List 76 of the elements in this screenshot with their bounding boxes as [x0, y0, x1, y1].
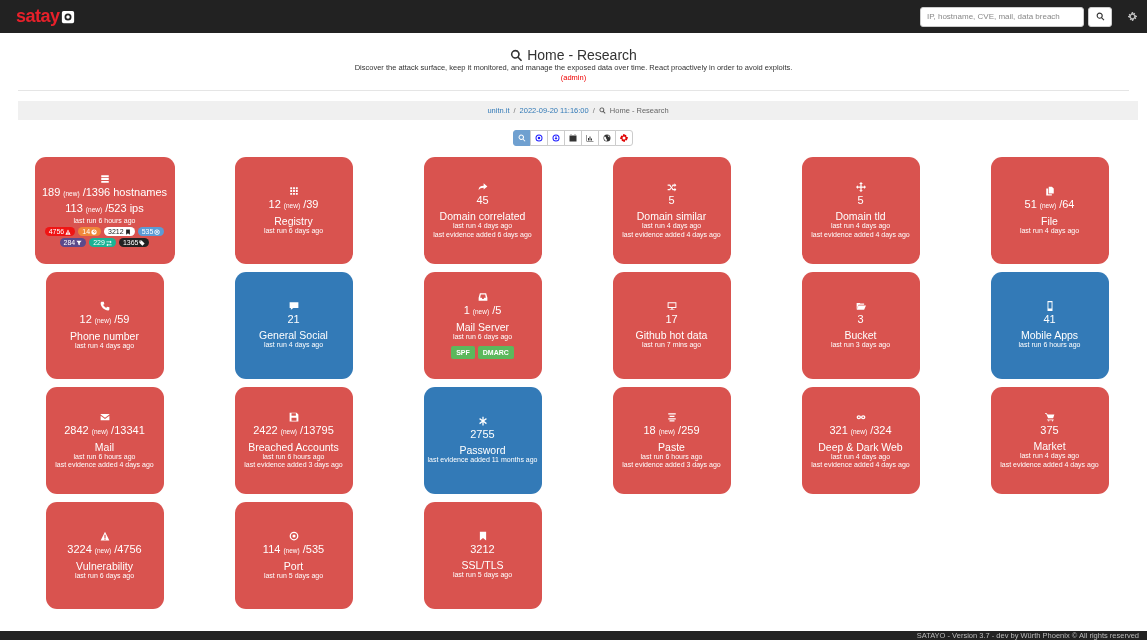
bookmark-icon — [477, 531, 488, 542]
toolbar-globe-button[interactable] — [598, 130, 616, 146]
search-icon — [510, 48, 524, 62]
download-icon — [552, 134, 560, 142]
count-text: 2755 — [470, 427, 495, 443]
tile-label: Domain correlated — [439, 210, 526, 222]
settings-icon[interactable] — [1128, 12, 1137, 21]
toolbar-settings-button[interactable] — [615, 130, 633, 146]
toolbar-calendar-button[interactable] — [564, 130, 582, 146]
tile-label: Deep & Dark Web — [818, 440, 903, 453]
search-field[interactable]: IP, hostname, CVE, mail, data breach — [920, 6, 1084, 27]
brand-logo[interactable]: satay — [16, 6, 60, 27]
share-arrow-icon — [477, 182, 488, 192]
tile-label: Vulnerability — [76, 559, 133, 572]
ban-icon — [91, 228, 98, 235]
tile-label: Mail — [94, 440, 115, 453]
tile-label: SSL/TLS — [461, 559, 504, 572]
tile-label: Mobile Apps — [1020, 329, 1079, 342]
tile-label: Registry — [274, 214, 313, 227]
tile-label: Password — [459, 444, 506, 457]
warning-icon — [65, 228, 72, 235]
lines-icon — [666, 411, 677, 422]
count-text: 17 — [665, 312, 678, 328]
tile-label: Phone number — [70, 329, 139, 342]
tile-label: Paste — [658, 440, 685, 453]
warning-icon — [99, 530, 110, 541]
globe-icon — [603, 134, 611, 142]
tile-label: Bucket — [844, 329, 877, 342]
count-text: 5 — [668, 193, 675, 208]
page-title: Home - Research — [527, 47, 637, 63]
files-icon — [1044, 185, 1055, 196]
tile-label: Breached Accounts — [248, 440, 339, 453]
count-text: 375 — [1040, 423, 1059, 438]
bookmark-icon — [124, 228, 131, 235]
target-icon — [288, 530, 299, 541]
folder-icon — [855, 301, 866, 312]
bar-chart-icon — [586, 134, 594, 142]
server-icon — [99, 173, 110, 184]
calendar-icon — [569, 134, 577, 142]
search-icon — [1095, 12, 1105, 21]
move-arrows-icon — [855, 182, 866, 192]
toolbar-download-button[interactable] — [547, 130, 565, 146]
tags-icon — [139, 239, 146, 246]
grid-icon — [288, 185, 299, 196]
settings-icon — [620, 134, 628, 142]
tile-label: Domain similar — [636, 210, 707, 222]
inbox-icon — [477, 291, 488, 302]
target-icon — [154, 228, 161, 235]
tile-label: Domain tld — [835, 210, 886, 222]
shuffle-icon — [666, 182, 677, 192]
envelope-icon — [99, 411, 110, 422]
count-text: 41 — [1043, 312, 1056, 328]
asterisk-icon — [477, 416, 488, 427]
tile-label: Mail Server — [455, 320, 510, 333]
comment-icon — [288, 301, 299, 312]
logo-icon — [60, 9, 75, 24]
count-text: 5 — [857, 193, 864, 208]
tile-label: General Social — [259, 329, 328, 342]
toolbar-target-button[interactable] — [530, 130, 548, 146]
count-text: 3 — [857, 312, 864, 328]
tile-label: Port — [283, 559, 304, 572]
phone-icon — [99, 300, 110, 311]
search-button[interactable] — [1088, 6, 1112, 27]
search-icon — [598, 107, 606, 114]
filter-icon — [76, 239, 83, 246]
tile-label: Github hot data — [635, 329, 708, 342]
count-text: 45 — [476, 193, 489, 208]
tile-label: Market — [1033, 440, 1066, 452]
tile-label: File — [1041, 214, 1058, 227]
exchange-arrows-icon — [105, 239, 112, 246]
count-text: 21 — [287, 312, 300, 328]
target-icon — [535, 134, 543, 142]
monitor-icon — [666, 301, 677, 312]
shopping-cart-icon — [1044, 412, 1055, 422]
count-text: 3212 — [470, 542, 495, 558]
search-icon — [518, 134, 526, 142]
